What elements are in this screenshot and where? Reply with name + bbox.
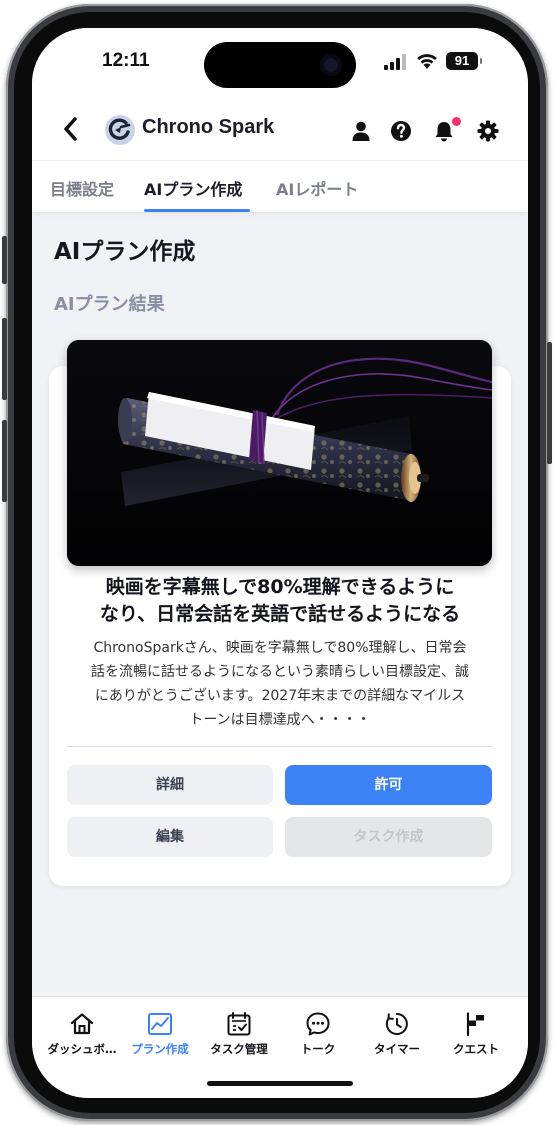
app-title: Chrono Spark xyxy=(142,116,275,138)
signal-icon xyxy=(384,54,408,70)
battery-tip xyxy=(480,58,482,64)
page-title: AIプラン作成 xyxy=(54,239,196,265)
power-button xyxy=(547,342,552,464)
plan-description: ChronoSparkさん、映画を字幕無しで80%理解し、日常会 話を流暢に話せ… xyxy=(68,636,492,732)
calendar-check-icon xyxy=(227,1012,251,1036)
approve-button[interactable]: 許可 xyxy=(285,765,492,805)
plan-description-line-1: ChronoSparkさん、映画を字幕無しで80%理解し、日常会 xyxy=(93,640,467,656)
nav-label-quest: クエスト xyxy=(453,1042,499,1056)
plan-description-line-4: トーンは目標達成へ・・・・ xyxy=(189,712,371,728)
nav-label-timer: タイマー xyxy=(374,1042,420,1056)
app-logo-icon xyxy=(105,115,135,145)
volume-up-button xyxy=(2,318,7,400)
scroll-illustration xyxy=(67,340,492,566)
nav-label-talk: トーク xyxy=(300,1042,336,1056)
timer-icon xyxy=(385,1013,408,1035)
back-chevron-icon[interactable] xyxy=(60,114,82,144)
goal-title-line-1: 映画を字幕無しで80%理解できるように xyxy=(105,576,455,598)
app-header: Chrono Spark xyxy=(32,104,528,160)
action-button xyxy=(2,236,7,284)
help-icon[interactable] xyxy=(390,120,412,142)
plan-image xyxy=(67,340,492,566)
section-title: AIプラン結果 xyxy=(54,294,165,315)
home-indicator xyxy=(207,1081,353,1086)
bottom-navigation: ダッシュボ… プラン作成 タスク管理 トーク タイマー クエスト xyxy=(32,996,528,1098)
home-icon xyxy=(70,1013,94,1035)
tab-ai-report[interactable]: AIレポート xyxy=(276,176,358,200)
card-divider xyxy=(67,746,492,747)
nav-task[interactable]: タスク管理 xyxy=(199,1011,279,1057)
nav-label-dashboard: ダッシュボ… xyxy=(47,1042,117,1056)
app-screen: 12:11 91 Chrono Spark 目標設定 AIプラン作成 AIレポー… xyxy=(32,28,528,1098)
create-task-button: タスク作成 xyxy=(285,817,492,857)
plan-description-line-3: にありがとうございます。2027年末までの詳細なマイルス xyxy=(94,688,466,704)
edit-button[interactable]: 編集 xyxy=(67,817,273,857)
nav-dashboard[interactable]: ダッシュボ… xyxy=(42,1011,122,1057)
tab-bar: 目標設定 AIプラン作成 AIレポート xyxy=(32,160,528,212)
chat-icon xyxy=(306,1012,330,1036)
status-time: 12:11 xyxy=(102,50,150,71)
status-bar: 12:11 91 xyxy=(32,28,528,104)
tab-ai-plan[interactable]: AIプラン作成 xyxy=(144,176,242,200)
battery-icon: 91 xyxy=(446,52,478,70)
user-icon[interactable] xyxy=(350,120,372,142)
flag-icon xyxy=(466,1012,484,1037)
camera-icon xyxy=(320,54,342,76)
plan-description-line-2: 話を流暢に話せるようになるという素晴らしい目標設定、誠 xyxy=(91,664,469,680)
notification-badge xyxy=(452,117,461,126)
nav-talk[interactable]: トーク xyxy=(278,1011,358,1057)
wifi-icon xyxy=(417,54,437,69)
nav-quest[interactable]: クエスト xyxy=(436,1011,516,1057)
nav-plan[interactable]: プラン作成 xyxy=(120,1011,200,1057)
active-tab-indicator xyxy=(144,209,250,212)
chart-icon xyxy=(148,1013,172,1035)
gear-icon[interactable] xyxy=(477,120,499,142)
tab-goal-setting[interactable]: 目標設定 xyxy=(50,176,114,200)
volume-down-button xyxy=(2,420,7,502)
goal-title: 映画を字幕無しで80%理解できるように なり、日常会話を英語で話せるようになる xyxy=(62,574,498,628)
details-button[interactable]: 詳細 xyxy=(67,765,273,805)
goal-title-line-2: なり、日常会話を英語で話せるようになる xyxy=(99,603,461,625)
dynamic-island xyxy=(204,42,356,88)
nav-timer[interactable]: タイマー xyxy=(357,1011,437,1057)
nav-label-plan: プラン作成 xyxy=(131,1042,189,1056)
nav-label-task: タスク管理 xyxy=(210,1042,268,1056)
